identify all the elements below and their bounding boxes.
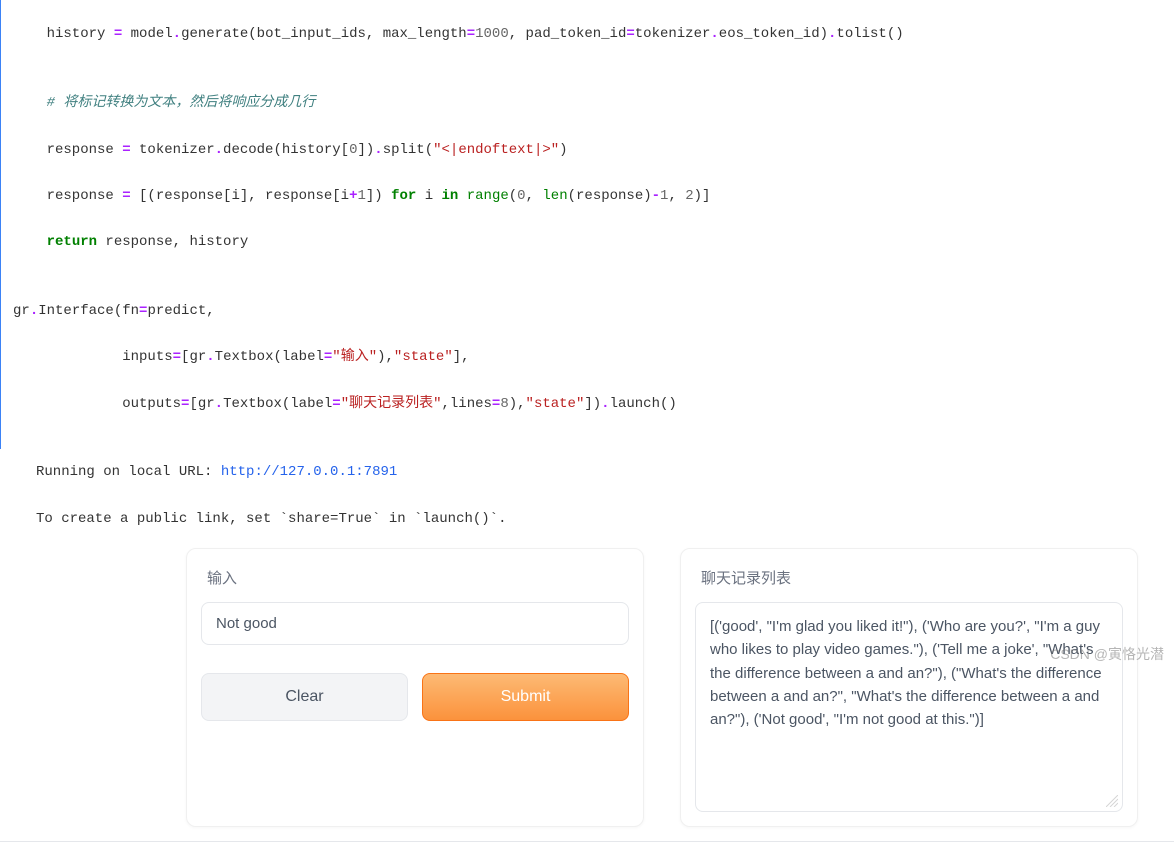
resize-handle-icon[interactable] [1106, 795, 1118, 807]
local-url-link[interactable]: http://127.0.0.1:7891 [221, 464, 397, 480]
output-textbox[interactable]: [('good', "I'm glad you liked it!"), ('W… [695, 602, 1123, 812]
input-label: 输入 [201, 567, 629, 588]
running-url-line: Running on local URL: http://127.0.0.1:7… [36, 461, 1138, 485]
output-panel: 聊天记录列表 [('good', "I'm glad you liked it!… [680, 548, 1138, 827]
input-panel: 输入 Clear Submit [186, 548, 644, 827]
watermark-text: CSDN @寅恪光潜 [1050, 644, 1164, 664]
clear-button[interactable]: Clear [201, 673, 408, 721]
gradio-app: 输入 Clear Submit 聊天记录列表 [('good', "I'm gl… [0, 548, 1174, 837]
output-text: [('good', "I'm glad you liked it!"), ('W… [710, 618, 1102, 728]
cell-output: Running on local URL: http://127.0.0.1:7… [0, 449, 1174, 540]
input-textbox[interactable] [201, 602, 629, 645]
code-cell: history = model.generate(bot_input_ids, … [0, 0, 1174, 449]
output-label: 聊天记录列表 [695, 567, 1123, 588]
share-hint-line: To create a public link, set `share=True… [36, 508, 1138, 532]
submit-button[interactable]: Submit [422, 673, 629, 721]
